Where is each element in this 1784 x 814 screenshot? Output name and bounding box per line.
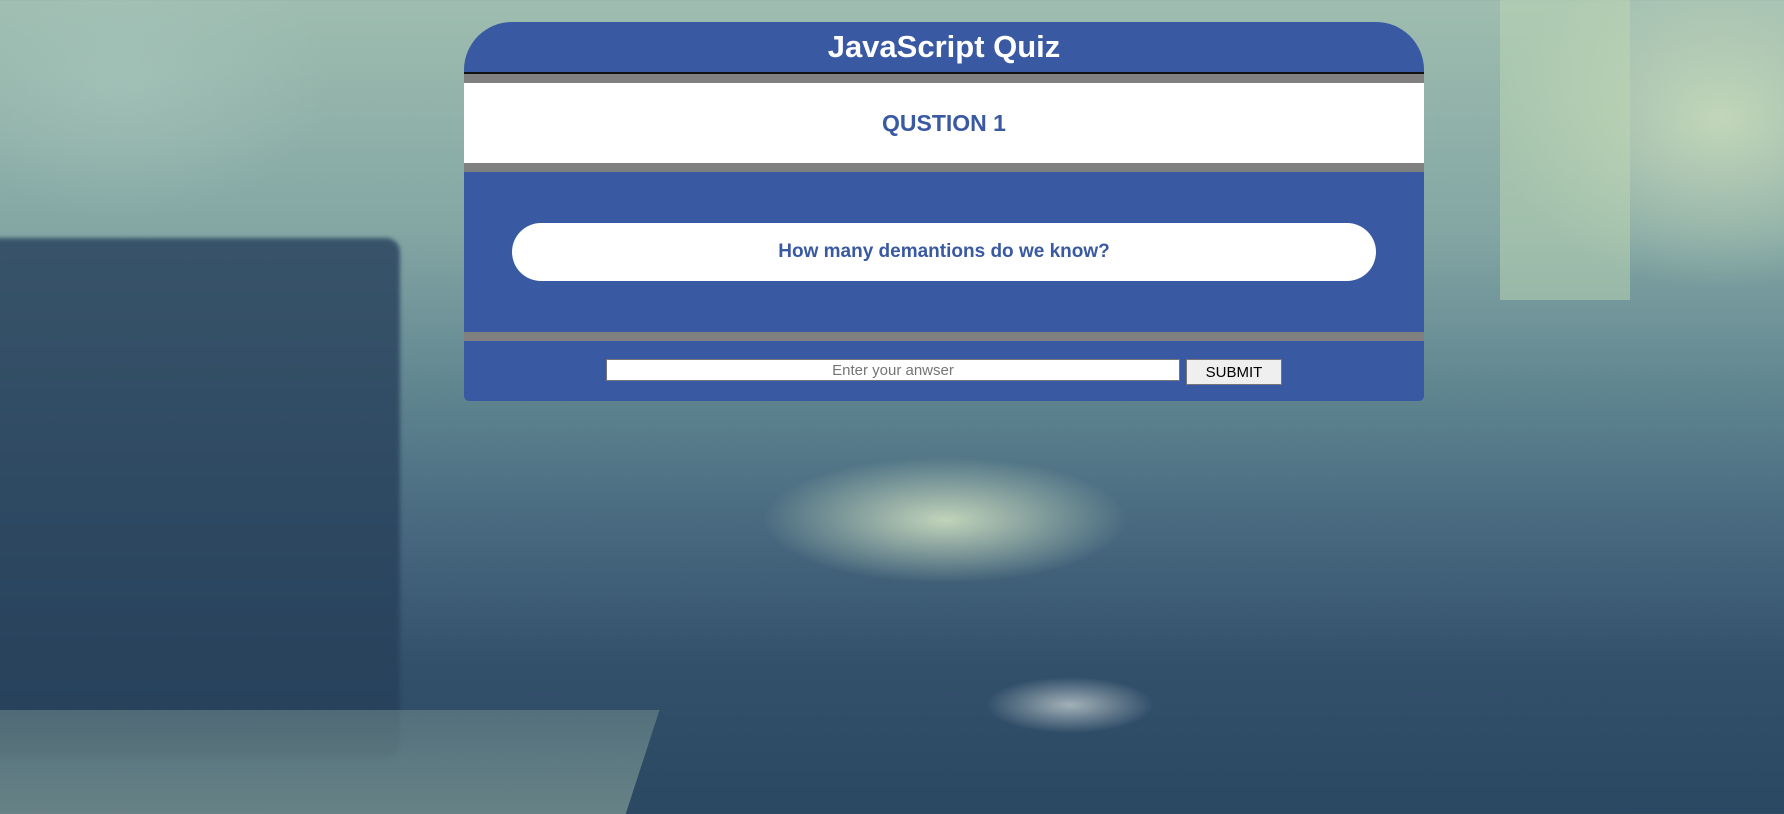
question-box: How many demantions do we know? [512,223,1376,281]
quiz-header: JavaScript Quiz [464,22,1424,74]
question-panel: How many demantions do we know? [464,172,1424,332]
question-text: How many demantions do we know? [778,241,1110,262]
background-window-light [1500,0,1630,300]
question-number-bar: QUSTION 1 [464,83,1424,163]
quiz-title: JavaScript Quiz [827,29,1061,64]
answer-input[interactable] [606,359,1180,381]
divider [464,74,1424,83]
divider [464,163,1424,172]
submit-button[interactable]: SUBMIT [1186,359,1282,385]
divider [464,332,1424,341]
quiz-card: JavaScript Quiz QUSTION 1 How many deman… [464,22,1424,401]
answer-panel: SUBMIT [464,341,1424,401]
question-number: QUSTION 1 [882,110,1006,136]
background-laptop-base [0,710,660,814]
background-laptop [0,238,400,758]
